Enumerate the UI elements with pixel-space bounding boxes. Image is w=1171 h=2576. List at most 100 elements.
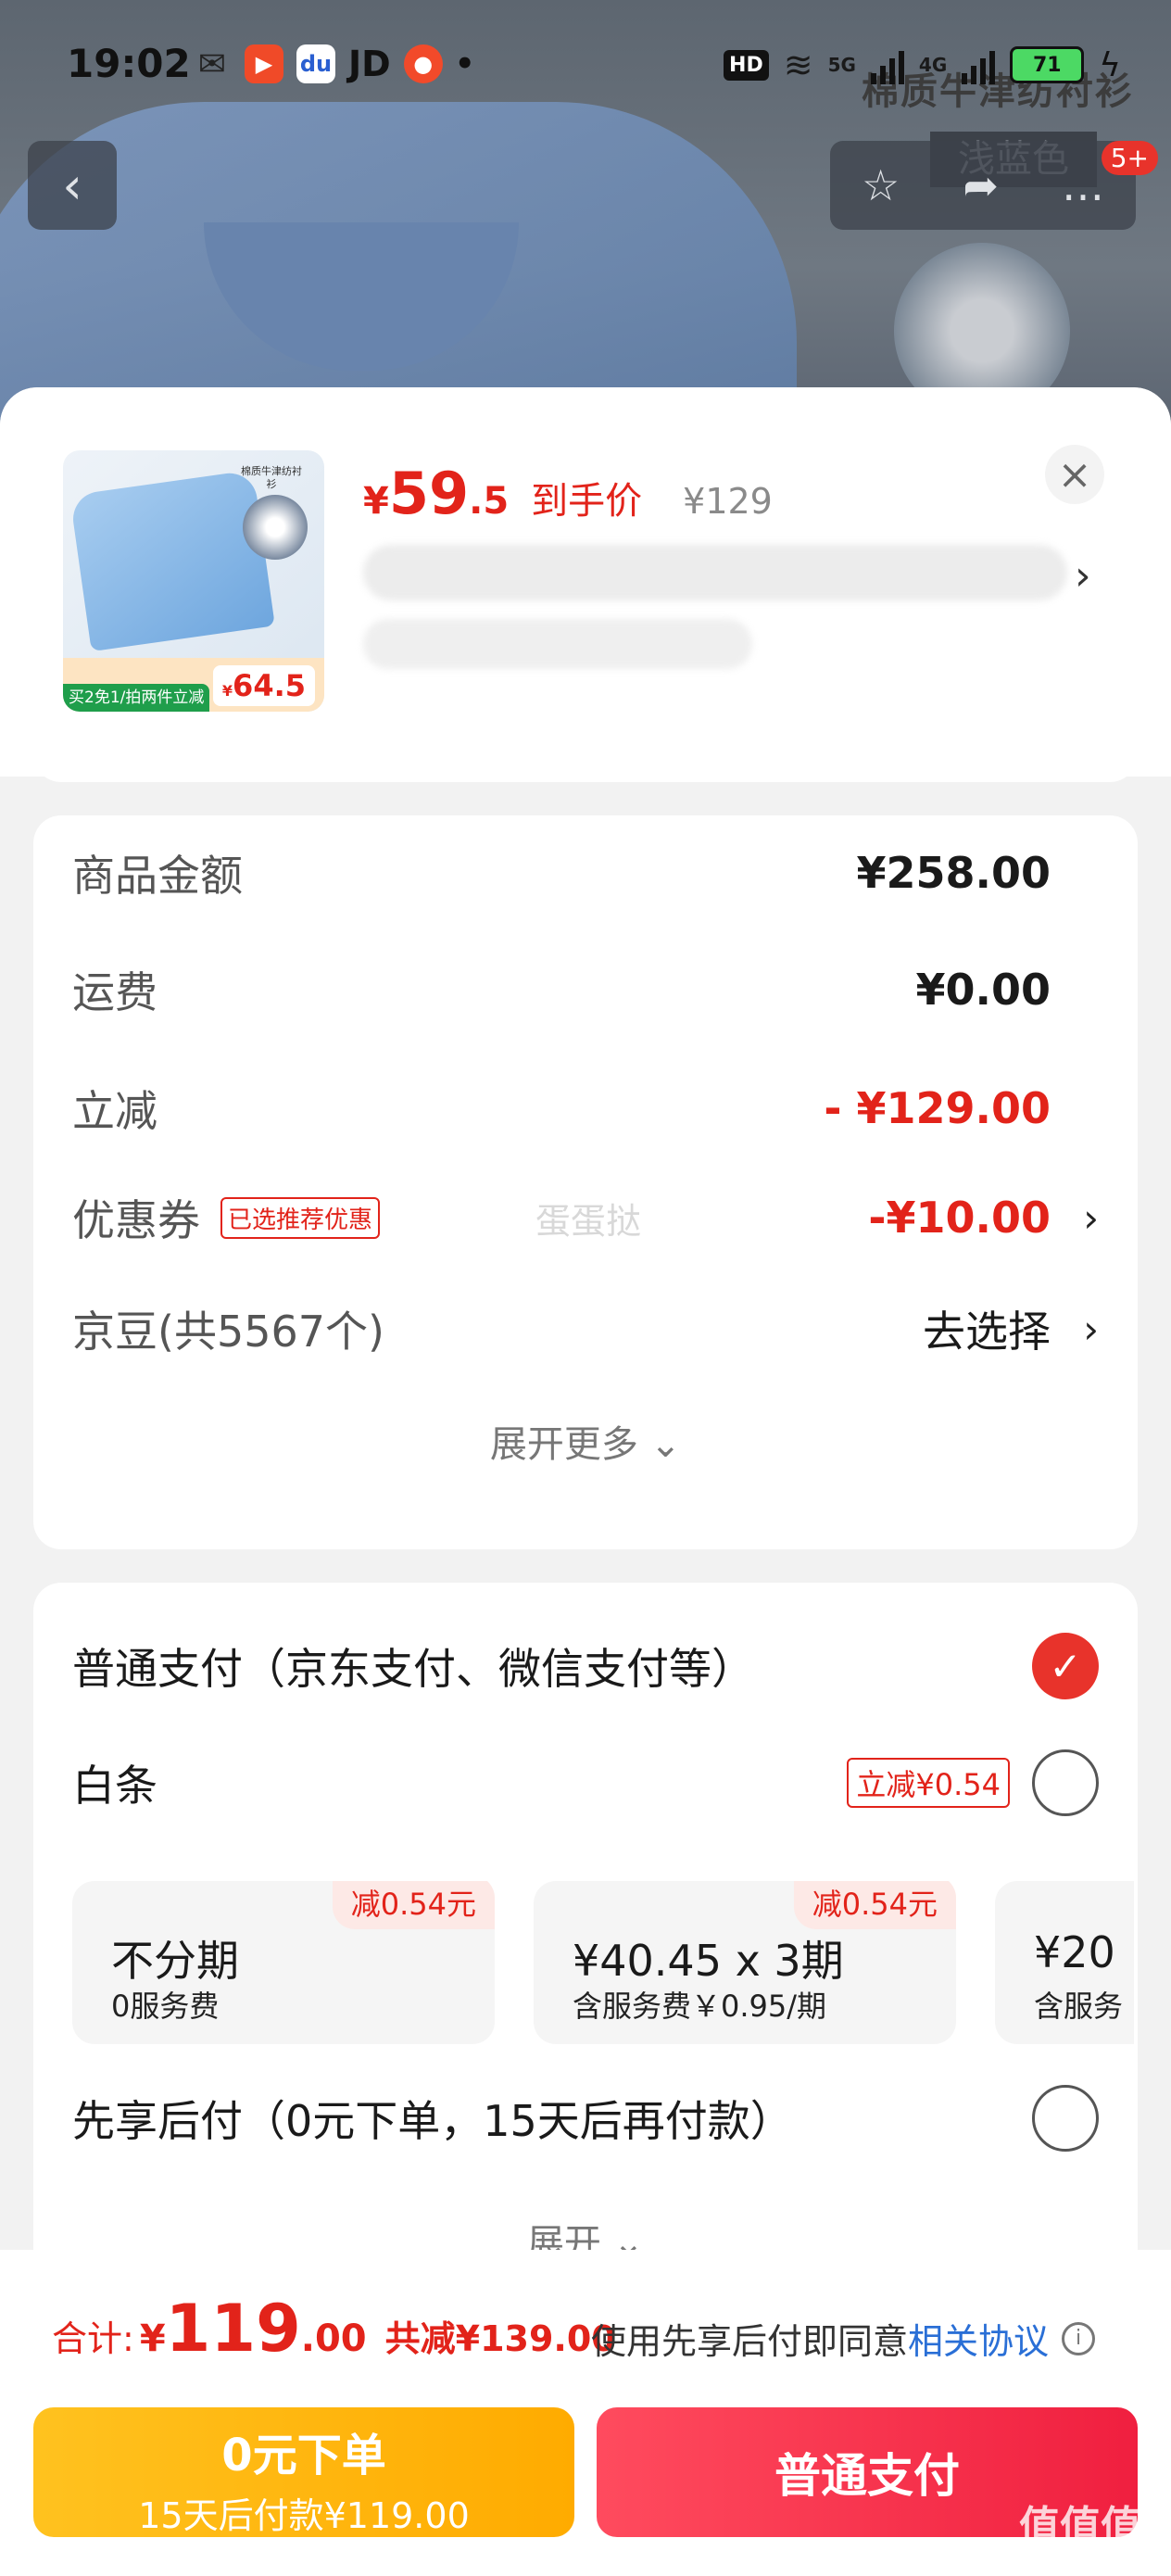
- chevron-right-icon[interactable]: ›: [1083, 1195, 1099, 1241]
- total-integer: 119: [165, 2291, 301, 2367]
- jd-app-icon: JD: [348, 44, 391, 84]
- wifi-icon: ≋: [783, 44, 813, 85]
- normal-pay-option[interactable]: 普通支付（京东支付、微信支付等） ✓: [72, 1629, 1099, 1703]
- subtotal-row: 商品金额 ¥258.00: [72, 845, 1099, 901]
- bnpl-order-button[interactable]: 0元下单 15天后付款¥119.00: [33, 2407, 574, 2537]
- price-integer: 59: [388, 460, 470, 527]
- plan-fee: 含服务: [1034, 1989, 1124, 2024]
- checkout-sheet: 棉质牛津纺衬衫 买2免1/拍两件立减 ¥64.5 ¥ 59 .5 到手价 ¥12…: [0, 387, 1171, 2576]
- coupon-row[interactable]: 优惠券 已选推荐优惠 蛋蛋挞 -¥10.00 ›: [72, 1190, 1099, 1245]
- bnpl-option[interactable]: 先享后付（0元下单，15天后再付款）: [72, 2081, 1099, 2155]
- chevron-left-icon: ‹: [62, 156, 82, 215]
- top-action-group: ☆ ➦ …: [830, 141, 1136, 230]
- shirt-image: [69, 469, 275, 652]
- plan-title: 不分期: [111, 1936, 239, 1986]
- system-indicators: HD ≋ 5G 4G 71 ϟ: [724, 44, 1121, 85]
- clock: 19:02: [67, 41, 191, 86]
- watermark-text: 蛋蛋挞: [535, 1200, 642, 1242]
- site-watermark: 值值值: [1019, 2503, 1141, 2550]
- total-saved: 共减¥139.00: [384, 2318, 616, 2359]
- installment-plan[interactable]: 减0.54元 不分期 0服务费: [72, 1881, 495, 2044]
- wechat-icon: ✉: [197, 44, 227, 83]
- baitiao-option[interactable]: 白条 立减¥0.54: [72, 1746, 1099, 1820]
- status-bar: 19:02 ✉ ▶ du JD ● • HD ≋ 5G 4G 71 ϟ: [0, 0, 1171, 130]
- network-5g-label: 5G: [827, 54, 856, 76]
- signal-icon-2: [962, 45, 996, 84]
- coupon-recommended-tag: 已选推荐优惠: [220, 1196, 381, 1239]
- plan-discount-badge: 减0.54元: [332, 1881, 495, 1929]
- baidu-app-icon: du: [296, 44, 335, 83]
- chevron-right-icon[interactable]: ›: [1075, 552, 1091, 600]
- jd-beans-label: 京豆(共5567个): [72, 1307, 384, 1357]
- expand-more-button[interactable]: 展开更多 ⌄: [33, 1414, 1138, 1468]
- spec-detail-blurred: [363, 619, 752, 669]
- payment-method-card: 普通支付（京东支付、微信支付等） ✓ 白条 立减¥0.54 减0.54元 不分期…: [33, 1583, 1138, 2287]
- plan-fee: 含服务费￥0.95/期: [573, 1989, 827, 2024]
- radio-unselected-icon[interactable]: [1032, 2085, 1099, 2152]
- baitiao-discount-tag: 立减¥0.54: [847, 1758, 1010, 1808]
- price-decimal: .5: [469, 480, 510, 523]
- amount-card: 商品金额 ¥258.00 运费 ¥0.00 立减 - ¥129.00 优惠券 已…: [33, 815, 1138, 1549]
- charging-icon: ϟ: [1099, 45, 1121, 84]
- price-row: ¥ 59 .5 到手价 ¥129: [363, 460, 773, 527]
- original-price: ¥129: [683, 481, 773, 522]
- spec-selector-blurred[interactable]: [363, 545, 1067, 600]
- chevron-down-icon: ⌄: [649, 1423, 682, 1466]
- total-currency: ¥: [139, 2317, 166, 2360]
- battery-icon: 71: [1010, 46, 1085, 83]
- jd-beans-select[interactable]: 去选择: [923, 1298, 1051, 1359]
- jd-beans-row[interactable]: 京豆(共5567个) 去选择 ›: [72, 1301, 1099, 1357]
- info-icon[interactable]: i: [1062, 2321, 1096, 2355]
- hd-icon: HD: [724, 49, 769, 81]
- total-label: 合计:: [52, 2318, 134, 2359]
- network-4g-label: 4G: [918, 54, 948, 76]
- close-button[interactable]: ×: [1045, 445, 1104, 504]
- more-notifications-icon: •: [454, 45, 475, 82]
- coupon-value: -¥10.00: [868, 1193, 1051, 1243]
- normal-pay-label: 普通支付（京东支付、微信支付等）: [72, 1644, 754, 1694]
- red-app-icon: ●: [403, 44, 443, 83]
- bnpl-label: 先享后付（0元下单，15天后再付款）: [72, 2096, 793, 2146]
- price-currency: ¥: [363, 480, 389, 523]
- plan-title: ¥20: [1034, 1927, 1115, 1977]
- shipping-label: 运费: [72, 967, 157, 1017]
- checkmark-selected-icon[interactable]: ✓: [1032, 1633, 1099, 1699]
- agreement-text: 使用先享后付即同意 相关协议 i: [591, 2313, 1096, 2364]
- plan-discount-badge: 减0.54元: [793, 1881, 956, 1929]
- favorite-star-icon[interactable]: ☆: [862, 160, 900, 210]
- promo-tag: 买2免1/拍两件立减: [63, 684, 210, 712]
- total-decimal: .00: [300, 2317, 367, 2360]
- plan-title: ¥40.45 x 3期: [573, 1936, 844, 1986]
- order-total: 合计: ¥ 119 .00 共减¥139.00: [52, 2291, 616, 2367]
- instant-discount-value: - ¥129.00: [824, 1083, 1051, 1133]
- video-app-icon: ▶: [245, 44, 283, 83]
- back-button[interactable]: ‹: [28, 141, 117, 230]
- share-icon[interactable]: ➦: [963, 160, 999, 210]
- agreement-link[interactable]: 相关协议: [908, 2313, 1049, 2364]
- chevron-right-icon[interactable]: ›: [1083, 1307, 1099, 1352]
- shipping-value: ¥0.00: [915, 965, 1051, 1015]
- signal-icon: [870, 45, 904, 84]
- site-watermark-url: zhizhizhi.com: [1034, 2548, 1147, 2568]
- summary-card-edge: [33, 749, 1138, 782]
- notification-icons: ✉ ▶ du JD ● •: [193, 44, 475, 84]
- subtotal-value: ¥258.00: [856, 848, 1051, 898]
- plan-fee: 0服务费: [111, 1989, 220, 2024]
- cart-count-badge: 5+: [1101, 141, 1158, 175]
- subtotal-label: 商品金额: [72, 851, 243, 901]
- installment-plan[interactable]: 减0.54元 ¥40.45 x 3期 含服务费￥0.95/期: [534, 1881, 956, 2044]
- instant-discount-row: 立减 - ¥129.00: [72, 1080, 1099, 1136]
- baitiao-label: 白条: [72, 1761, 157, 1811]
- final-price-label: 到手价: [531, 480, 643, 523]
- coupon-label: 优惠券: [72, 1195, 200, 1245]
- thumb-product-label: 棉质牛津纺衬衫: [241, 465, 302, 490]
- more-icon[interactable]: …: [1062, 160, 1104, 210]
- bnpl-button-subtitle: 15天后付款¥119.00: [138, 2495, 470, 2536]
- product-summary: 棉质牛津纺衬衫 买2免1/拍两件立减 ¥64.5 ¥ 59 .5 到手价 ¥12…: [0, 387, 1171, 777]
- bnpl-button-title: 0元下单: [221, 2430, 386, 2481]
- installment-plans: 减0.54元 不分期 0服务费 减0.54元 ¥40.45 x 3期 含服务费￥…: [72, 1881, 1134, 2044]
- thumb-price: ¥64.5: [212, 665, 315, 706]
- product-thumbnail[interactable]: 棉质牛津纺衬衫 买2免1/拍两件立减 ¥64.5: [63, 450, 324, 712]
- installment-plan[interactable]: ¥20 含服务: [995, 1881, 1134, 2044]
- radio-unselected-icon[interactable]: [1032, 1749, 1099, 1816]
